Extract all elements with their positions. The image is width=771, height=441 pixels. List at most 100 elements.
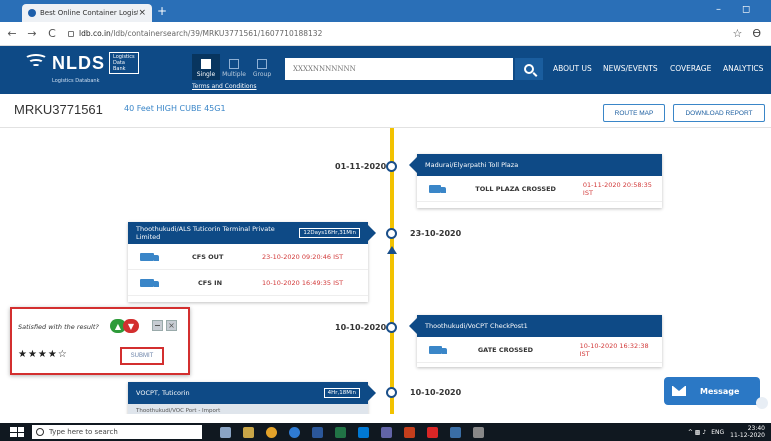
single-mode-icon [201, 59, 211, 69]
card-title: VOCPT, Tuticorin [136, 389, 190, 397]
timeline-date: 10-10-2020 [410, 388, 462, 397]
app-icon[interactable] [473, 426, 484, 438]
close-feedback-icon[interactable]: × [166, 320, 177, 331]
direction-arrow-icon [387, 246, 397, 254]
clock-date: 11-12-2020 [730, 432, 765, 439]
timeline-date: 23-10-2020 [410, 229, 462, 238]
container-number: MRKU3771561 [14, 102, 103, 117]
nav-about-us[interactable]: ABOUT US [553, 64, 592, 73]
truck-icon [429, 345, 447, 354]
teams-icon[interactable] [381, 426, 392, 438]
search-button[interactable] [515, 58, 543, 80]
event-card: VOCPT, Tuticorin 4Hr,18Min Thoothukudi/V… [128, 382, 376, 414]
truck-icon [140, 278, 159, 287]
event-name: CFS IN [198, 278, 223, 287]
site-header: NLDS Logistics Data Bank Logistics Datab… [0, 46, 771, 94]
submit-label: SUBMIT [130, 353, 154, 359]
chat-bubble-icon[interactable] [756, 397, 768, 409]
download-report-button[interactable]: DOWNLOAD REPORT [673, 104, 765, 122]
feedback-question: Satisfied with the result? [18, 323, 99, 331]
container-type: 40 Feet HIGH CUBE 45G1 [124, 104, 226, 113]
tray-language[interactable]: ENG [711, 429, 724, 436]
container-search-input[interactable] [285, 58, 513, 80]
address-bar: ← → C ldb.co.in /ldb/containersearch/39/… [0, 22, 771, 46]
restore-icon[interactable]: ◻ [742, 4, 750, 15]
tray-icons[interactable]: ^ ▩ ♪ [688, 429, 706, 436]
account-icon[interactable]: ϴ [752, 27, 761, 40]
timeline-date: 10-10-2020 [335, 323, 387, 332]
feedback-thumbs: ▲ ▼ [110, 319, 139, 333]
task-view-icon[interactable] [220, 426, 231, 438]
timeline-node [386, 161, 397, 172]
pdf-icon[interactable] [427, 426, 438, 438]
minimize-icon[interactable]: – [716, 4, 721, 15]
search-icon [524, 64, 534, 74]
forward-icon[interactable]: → [24, 27, 40, 40]
tab-close-icon[interactable]: × [138, 8, 146, 18]
route-map-label: ROUTE MAP [614, 109, 654, 117]
event-name: GATE CROSSED [477, 345, 534, 354]
system-tray: ^ ▩ ♪ ENG 23:40 11-12-2020 [688, 425, 765, 439]
download-report-label: DOWNLOAD REPORT [685, 109, 753, 117]
card-location: Madurai/Elyarpathi Toll Plaza [409, 154, 662, 176]
cortana-icon [36, 428, 44, 436]
timeline-node [386, 387, 397, 398]
mode-label: Group [252, 71, 272, 78]
event-name: TOLL PLAZA CROSSED [475, 184, 556, 193]
url-field[interactable]: ldb.co.in /ldb/containersearch/39/MRKU37… [68, 25, 732, 43]
bookmark-star-icon[interactable]: ☆ [732, 27, 742, 40]
nav-analytics[interactable]: ANALYTICS [723, 64, 763, 73]
minimize-feedback-icon[interactable] [152, 320, 163, 331]
feedback-widget: Satisfied with the result? ▲ ▼ × ★★★★☆ S… [10, 307, 190, 375]
container-title-row: MRKU3771561 40 Feet HIGH CUBE 45G1 ROUTE… [0, 94, 771, 128]
mode-label: Single [196, 71, 216, 78]
truck-icon [140, 252, 159, 261]
taskbar-apps [220, 426, 496, 438]
mode-multiple[interactable]: Multiple [220, 54, 248, 80]
chrome-icon[interactable] [266, 426, 277, 438]
star-rating[interactable]: ★★★★☆ [18, 349, 68, 360]
envelope-icon [672, 386, 686, 396]
logo-box: Logistics Data Bank [109, 52, 139, 74]
powerpoint-icon[interactable] [404, 426, 415, 438]
word-icon[interactable] [312, 426, 323, 438]
browser-tab-bar: Best Online Container Logistics × + – ◻ [0, 0, 771, 22]
taskbar-clock[interactable]: 23:40 11-12-2020 [730, 425, 765, 439]
event-time: 10-10-2020 16:49:35 IST [262, 278, 344, 287]
mode-group[interactable]: Group [248, 54, 276, 80]
event-time: 23-10-2020 09:20:46 IST [262, 252, 344, 261]
event-name: Thoothukudi/VOC Port - Import [136, 407, 221, 414]
nav-coverage[interactable]: COVERAGE [670, 64, 711, 73]
app-icon[interactable] [450, 426, 461, 438]
search-mode-group: Single Multiple Group [192, 54, 276, 80]
thumbs-down-icon[interactable]: ▼ [123, 319, 139, 333]
back-icon[interactable]: ← [4, 27, 20, 40]
site-logo[interactable]: NLDS Logistics Data Bank Logistics Datab… [22, 52, 139, 84]
logo-subtitle: Logistics Databank [52, 78, 100, 84]
new-tab-button[interactable]: + [157, 4, 167, 18]
lock-icon [68, 30, 74, 37]
event-time: 10-10-2020 16:32:38 IST [579, 341, 649, 358]
outlook-icon[interactable] [358, 426, 369, 438]
windows-taskbar: Type here to search ^ ▩ ♪ ENG 23:40 11-1… [0, 423, 771, 441]
excel-icon[interactable] [335, 426, 346, 438]
reload-icon[interactable]: C [44, 27, 60, 40]
windows-start-icon[interactable] [10, 427, 24, 437]
message-chat-button[interactable]: Message [664, 377, 760, 405]
truck-icon [429, 184, 447, 193]
card-title: Madurai/Elyarpathi Toll Plaza [425, 161, 519, 169]
url-path: /ldb/containersearch/39/MRKU3771561/1607… [110, 29, 323, 38]
mode-single[interactable]: Single [192, 54, 220, 80]
edge-icon[interactable] [289, 426, 300, 438]
file-explorer-icon[interactable] [243, 426, 254, 438]
nav-news-events[interactable]: NEWS/EVENTS [603, 64, 658, 73]
taskbar-search-box[interactable]: Type here to search [32, 425, 202, 439]
submit-feedback-button[interactable]: SUBMIT [120, 347, 164, 365]
browser-tab[interactable]: Best Online Container Logistics × [22, 4, 152, 22]
card-title: Thoothukudi/ALS Tuticorin Terminal Priva… [136, 225, 275, 241]
card-title: Thoothukudi/VoCPT CheckPost1 [425, 322, 528, 330]
terms-link[interactable]: Terms and Conditions [192, 83, 257, 90]
url-domain: ldb.co.in [79, 29, 111, 38]
route-map-button[interactable]: ROUTE MAP [603, 104, 665, 122]
mode-label: Multiple [222, 71, 246, 78]
